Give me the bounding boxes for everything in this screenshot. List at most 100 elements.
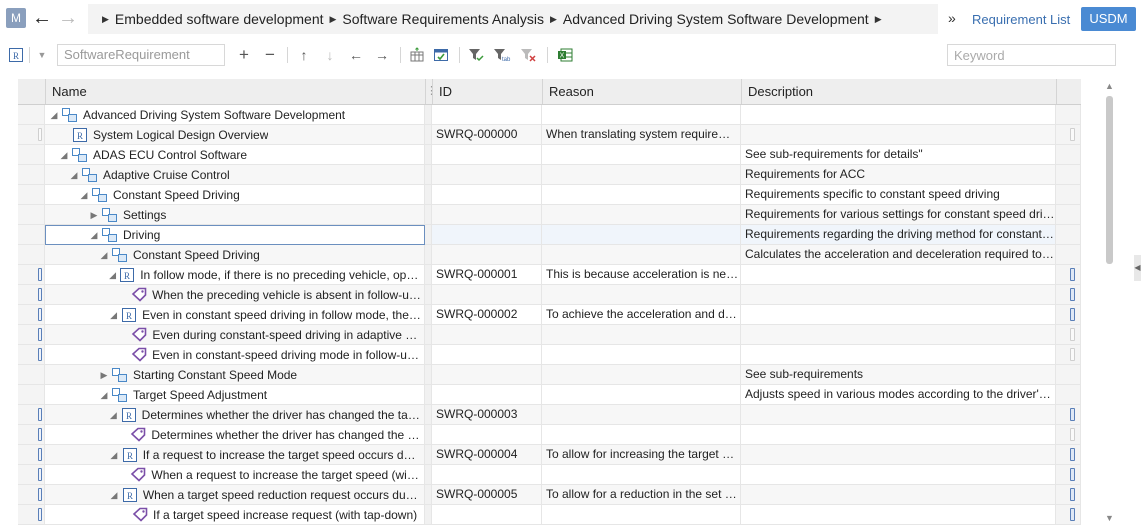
expand-toggle-icon[interactable]: ▶ bbox=[99, 366, 109, 385]
cell-description[interactable] bbox=[741, 405, 1056, 425]
cell-name[interactable]: ◢ Constant Speed Driving bbox=[45, 185, 425, 205]
cell-description[interactable]: Adjusts speed in various modes according… bbox=[741, 385, 1056, 405]
collapse-toggle-icon[interactable]: ◢ bbox=[59, 146, 69, 165]
cell-name[interactable]: ▶ Settings bbox=[45, 205, 425, 225]
column-header-id[interactable]: ID bbox=[432, 79, 542, 104]
cell-trailing[interactable] bbox=[1056, 505, 1081, 525]
row-selector[interactable] bbox=[18, 485, 45, 505]
cell-id[interactable]: SWRQ-000001 bbox=[432, 265, 542, 285]
cell-reason[interactable]: To achieve the acceleration and decelera… bbox=[542, 305, 741, 325]
row-selector[interactable] bbox=[18, 145, 45, 165]
table-row[interactable]: ▶ Settings Requirements for various settin… bbox=[18, 205, 1081, 225]
cell-name[interactable]: When a request to increase the target sp… bbox=[45, 465, 425, 485]
cell-trailing[interactable] bbox=[1056, 165, 1081, 185]
cell-reason[interactable] bbox=[542, 325, 741, 345]
cell-name[interactable]: Even in constant-speed driving mode in f… bbox=[45, 345, 425, 365]
chevron-down-icon[interactable]: ▼ bbox=[33, 44, 51, 66]
cell-description[interactable] bbox=[741, 465, 1056, 485]
cell-trailing[interactable] bbox=[1056, 365, 1081, 385]
cell-reason[interactable] bbox=[542, 185, 741, 205]
filter-icon[interactable] bbox=[467, 44, 485, 66]
cell-description[interactable] bbox=[741, 485, 1056, 505]
cell-description[interactable] bbox=[741, 425, 1056, 445]
requirement-type-icon[interactable]: R bbox=[7, 44, 25, 66]
cell-reason[interactable] bbox=[542, 245, 741, 265]
vertical-scrollbar[interactable]: ▲ ▼ bbox=[1103, 79, 1117, 526]
row-selector[interactable] bbox=[18, 165, 45, 185]
collapse-toggle-icon[interactable]: ◢ bbox=[109, 266, 116, 285]
cell-reason[interactable] bbox=[542, 105, 741, 125]
table-row[interactable]: If a target speed increase request (with… bbox=[18, 505, 1081, 525]
row-selector[interactable] bbox=[18, 425, 45, 445]
cell-description[interactable] bbox=[741, 345, 1056, 365]
side-panel-toggle-icon[interactable]: ◀ bbox=[1134, 255, 1141, 281]
cell-name[interactable]: ◢ Driving bbox=[45, 225, 425, 245]
column-header-reason[interactable]: Reason bbox=[542, 79, 741, 104]
cell-reason[interactable] bbox=[542, 145, 741, 165]
cell-name[interactable]: ◢ R Determines whether the driver has chan… bbox=[45, 405, 425, 425]
row-selector[interactable] bbox=[18, 305, 45, 325]
cell-trailing[interactable] bbox=[1056, 265, 1081, 285]
cell-reason[interactable]: To allow for a reduction in the set spee… bbox=[542, 485, 741, 505]
cell-description[interactable] bbox=[741, 125, 1056, 145]
cell-name[interactable]: When the preceding vehicle is absent in … bbox=[45, 285, 425, 305]
row-selector[interactable] bbox=[18, 245, 45, 265]
collapse-toggle-icon[interactable]: ◢ bbox=[109, 486, 119, 505]
table-row[interactable]: Even in constant-speed driving mode in f… bbox=[18, 345, 1081, 365]
cell-reason[interactable] bbox=[542, 405, 741, 425]
scroll-down-icon[interactable]: ▼ bbox=[1105, 513, 1114, 523]
row-selector[interactable] bbox=[18, 185, 45, 205]
cell-id[interactable] bbox=[432, 505, 542, 525]
cell-trailing[interactable] bbox=[1056, 425, 1081, 445]
cell-id[interactable] bbox=[432, 165, 542, 185]
cell-reason[interactable] bbox=[542, 225, 741, 245]
collapse-toggle-icon[interactable]: ◢ bbox=[109, 406, 118, 425]
filter-tab-icon[interactable]: tab bbox=[493, 44, 511, 66]
cell-reason[interactable]: To allow for increasing the target speed bbox=[542, 445, 741, 465]
cell-id[interactable] bbox=[432, 425, 542, 445]
expand-toggle-icon[interactable]: ▶ bbox=[89, 206, 99, 225]
table-row[interactable]: ◢ Adaptive Cruise Control Requirements for… bbox=[18, 165, 1081, 185]
usdm-button[interactable]: USDM bbox=[1081, 7, 1136, 31]
cell-trailing[interactable] bbox=[1056, 245, 1081, 265]
cell-id[interactable] bbox=[432, 185, 542, 205]
collapse-toggle-icon[interactable]: ◢ bbox=[69, 166, 79, 185]
table-check-icon[interactable] bbox=[432, 44, 450, 66]
row-selector[interactable] bbox=[18, 125, 45, 145]
keyword-search-input[interactable] bbox=[947, 44, 1116, 66]
cell-id[interactable]: SWRQ-000003 bbox=[432, 405, 542, 425]
cell-reason[interactable] bbox=[542, 465, 741, 485]
collapse-toggle-icon[interactable]: ◢ bbox=[89, 226, 99, 245]
cell-description[interactable]: Calculates the acceleration and decelera… bbox=[741, 245, 1056, 265]
cell-trailing[interactable] bbox=[1056, 105, 1081, 125]
remove-icon[interactable]: − bbox=[261, 44, 279, 66]
row-selector[interactable] bbox=[18, 285, 45, 305]
cell-reason[interactable] bbox=[542, 385, 741, 405]
row-selector[interactable] bbox=[18, 265, 45, 285]
cell-description[interactable]: Requirements regarding the driving metho… bbox=[741, 225, 1056, 245]
table-row[interactable]: ◢ ADAS ECU Control Software See sub-requir… bbox=[18, 145, 1081, 165]
requirement-list-link[interactable]: Requirement List bbox=[972, 12, 1070, 27]
cell-reason[interactable] bbox=[542, 365, 741, 385]
cell-trailing[interactable] bbox=[1056, 485, 1081, 505]
table-row[interactable]: ◢ Target Speed Adjustment Adjusts speed in… bbox=[18, 385, 1081, 405]
row-selector[interactable] bbox=[18, 465, 45, 485]
cell-trailing[interactable] bbox=[1056, 385, 1081, 405]
cell-reason[interactable] bbox=[542, 505, 741, 525]
cell-name[interactable]: ◢ ADAS ECU Control Software bbox=[45, 145, 425, 165]
table-row[interactable]: ◢ R In follow mode, if there is no precedi… bbox=[18, 265, 1081, 285]
table-row[interactable]: ◢ R If a request to increase the target sp… bbox=[18, 445, 1081, 465]
cell-name[interactable]: ◢ R When a target speed reduction request … bbox=[45, 485, 425, 505]
cell-name[interactable]: ◢ R Even in constant speed driving in foll… bbox=[45, 305, 425, 325]
cell-description[interactable] bbox=[741, 505, 1056, 525]
indent-icon[interactable]: → bbox=[373, 44, 391, 66]
row-selector[interactable] bbox=[18, 365, 45, 385]
cell-trailing[interactable] bbox=[1056, 405, 1081, 425]
cell-id[interactable] bbox=[432, 105, 542, 125]
breadcrumb-item-project[interactable]: Advanced Driving System Software Develop… bbox=[563, 11, 869, 27]
cell-name[interactable]: ◢ Advanced Driving System Software Develo… bbox=[45, 105, 425, 125]
cell-trailing[interactable] bbox=[1056, 325, 1081, 345]
cell-name[interactable]: ◢ Constant Speed Driving bbox=[45, 245, 425, 265]
cell-name[interactable]: Even during constant-speed driving in ad… bbox=[45, 325, 425, 345]
cell-trailing[interactable] bbox=[1056, 225, 1081, 245]
